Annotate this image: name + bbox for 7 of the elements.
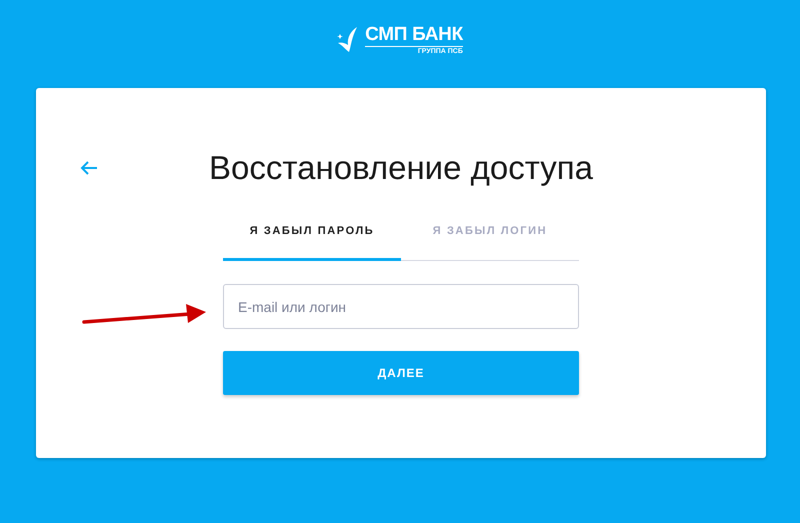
next-button[interactable]: ДАЛЕЕ: [223, 351, 579, 395]
page-title: Восстановление доступа: [209, 148, 593, 188]
back-arrow-icon[interactable]: [80, 160, 98, 176]
tab[interactable]: Я ЗАБЫЛ ПАРОЛЬ: [223, 204, 401, 261]
bank-logo-name: СМП БАНК: [365, 25, 463, 47]
tab[interactable]: Я ЗАБЫЛ ЛОГИН: [401, 204, 579, 261]
login-field[interactable]: E-mail или логин: [223, 284, 579, 329]
